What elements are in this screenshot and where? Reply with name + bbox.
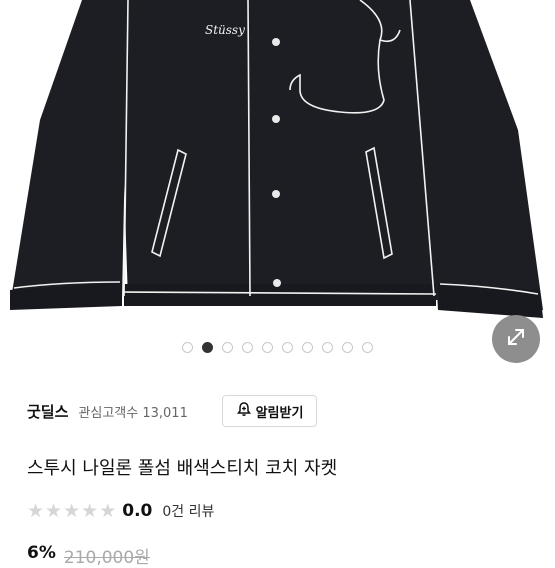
- gallery-dot[interactable]: [362, 342, 373, 353]
- star-icon: ★: [99, 499, 117, 522]
- star-icon: ★: [27, 499, 45, 522]
- gallery-dot[interactable]: [262, 342, 273, 353]
- gallery-dot-active[interactable]: [202, 342, 213, 353]
- interest-value: 13,011: [142, 405, 188, 421]
- gallery-dot[interactable]: [282, 342, 293, 353]
- product-image[interactable]: Stüssy: [0, 0, 555, 328]
- product-title: 스투시 나일론 폴섬 배색스티치 코치 자켓: [27, 458, 338, 479]
- gallery-pagination: [0, 342, 555, 358]
- star-icon: ★: [63, 499, 81, 522]
- star-icon: ★: [45, 499, 63, 522]
- gallery-dot[interactable]: [242, 342, 253, 353]
- bell-plus-icon: [236, 401, 252, 421]
- price-row: 6% 210,000원: [27, 543, 150, 568]
- review-count[interactable]: 0건 리뷰: [162, 501, 214, 521]
- original-price: 210,000원: [63, 548, 150, 568]
- star-icon: ★: [81, 499, 99, 522]
- interest-label: 관심고객수: [78, 405, 139, 421]
- gallery-dot[interactable]: [322, 342, 333, 353]
- gallery-dot[interactable]: [222, 342, 233, 353]
- alarm-label: 알림받기: [255, 405, 304, 421]
- discount-rate: 6%: [27, 543, 56, 563]
- gallery-dot[interactable]: [302, 342, 313, 353]
- gallery-dot[interactable]: [182, 342, 193, 353]
- seller-name[interactable]: 굿딜스: [27, 401, 68, 422]
- rating-row: ★ ★ ★ ★ ★ 0.0 0건 리뷰: [27, 499, 214, 523]
- svg-text:Stüssy: Stüssy: [205, 23, 245, 37]
- rating-stars: ★ ★ ★ ★ ★: [27, 499, 117, 522]
- rating-score: 0.0: [122, 501, 153, 521]
- interest-count: 관심고객수 13,011: [78, 402, 187, 421]
- alarm-button[interactable]: 알림받기: [222, 395, 317, 427]
- gallery-dot[interactable]: [342, 342, 353, 353]
